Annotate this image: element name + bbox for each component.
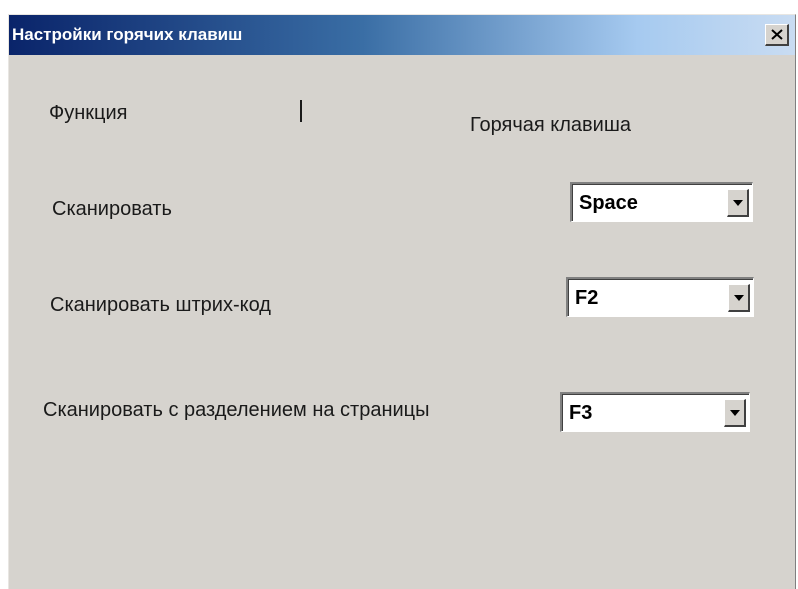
chevron-down-icon: [734, 295, 744, 301]
function-column-header: Функция: [49, 102, 128, 124]
scan-split-pages-hotkey-dropdown-button[interactable]: [724, 399, 746, 427]
scan-barcode-hotkey-select[interactable]: F2: [566, 277, 754, 317]
scan-split-pages-label: Сканировать с разделением на страницы: [43, 399, 430, 421]
scan-hotkey-dropdown-button[interactable]: [727, 189, 749, 217]
dialog-title: Настройки горячих клавиш: [12, 25, 243, 44]
hotkey-column-header: Горячая клавиша: [470, 114, 632, 136]
scan-barcode-hotkey-value: F2: [575, 287, 599, 309]
scan-split-pages-hotkey-value: F3: [569, 402, 593, 424]
scan-hotkey-select[interactable]: Space: [570, 182, 753, 222]
scan-barcode-label: Сканировать штрих-код: [50, 294, 271, 316]
chevron-down-icon: [730, 410, 740, 416]
title-bar[interactable]: Настройки горячих клавиш: [9, 15, 795, 55]
scan-split-pages-hotkey-select[interactable]: F3: [560, 392, 750, 432]
scan-label: Сканировать: [52, 198, 172, 220]
close-button[interactable]: [765, 24, 789, 46]
column-divider: [300, 100, 302, 122]
close-icon: [771, 29, 783, 40]
chevron-down-icon: [733, 200, 743, 206]
hotkey-settings-dialog: Настройки горячих клавиш Функция Горячая…: [8, 14, 796, 589]
scan-hotkey-value: Space: [579, 192, 638, 214]
scan-barcode-hotkey-dropdown-button[interactable]: [728, 284, 750, 312]
